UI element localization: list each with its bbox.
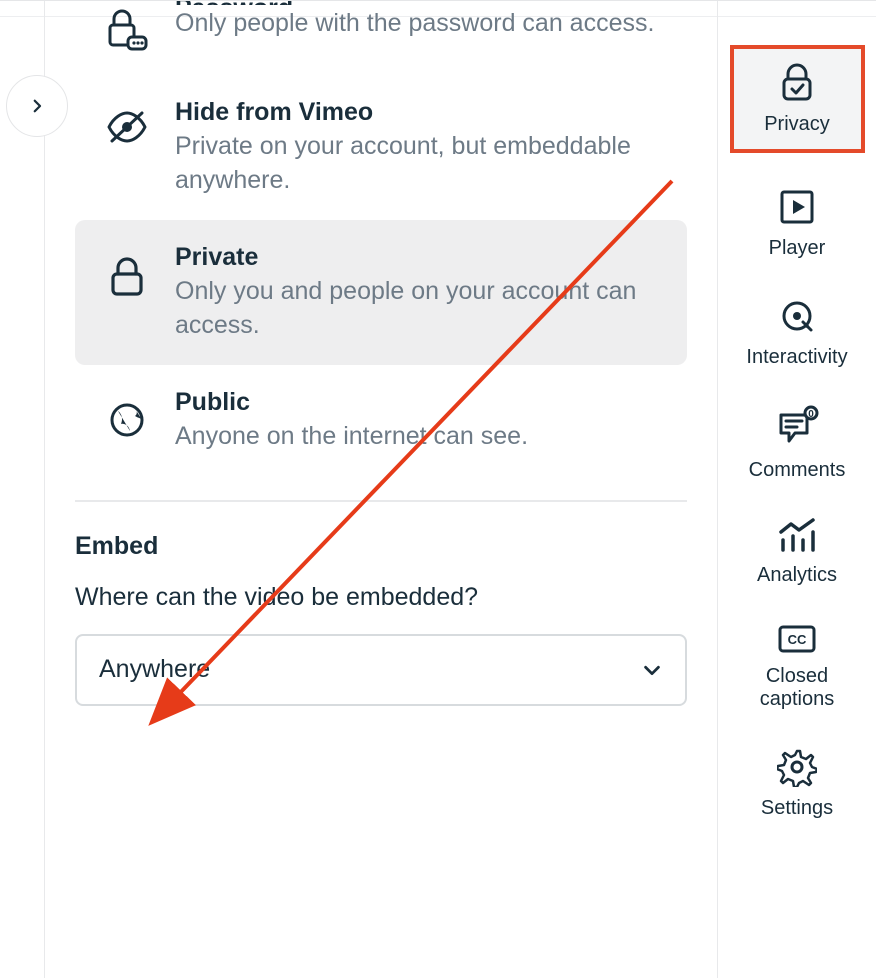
- expand-panel-button[interactable]: [6, 75, 68, 137]
- embed-selected-value: Anywhere: [99, 655, 210, 684]
- option-desc: Anyone on the internet can see.: [175, 420, 659, 454]
- sidebar-label: Privacy: [764, 113, 830, 136]
- privacy-option-hide[interactable]: Hide from Vimeo Private on your account,…: [75, 75, 687, 220]
- sidebar-item-privacy[interactable]: Privacy: [730, 45, 865, 153]
- eye-slash-icon: [106, 111, 148, 143]
- svg-text:0: 0: [808, 409, 814, 420]
- closed-captions-icon: CC: [776, 623, 818, 655]
- embed-section: Embed Where can the video be embedded? A…: [75, 532, 687, 706]
- embed-heading: Embed: [75, 532, 687, 561]
- sidebar-label: Settings: [761, 797, 833, 820]
- privacy-option-public[interactable]: Public Anyone on the internet can see.: [75, 365, 687, 476]
- sidebar-item-closed-captions[interactable]: CC Closed captions: [730, 617, 865, 717]
- comments-icon: 0: [775, 405, 819, 449]
- option-title: Password: [175, 0, 659, 5]
- analytics-icon: [777, 518, 817, 554]
- option-desc: Private on your account, but embeddable …: [175, 130, 659, 198]
- embed-question: Where can the video be embedded?: [75, 583, 687, 612]
- option-title: Hide from Vimeo: [175, 97, 659, 128]
- sidebar-label: Comments: [749, 459, 846, 482]
- chevron-down-icon: [641, 659, 663, 681]
- sidebar-label: Closed captions: [730, 665, 865, 711]
- option-desc: Only you and people on your account can …: [175, 275, 659, 343]
- section-divider: [75, 500, 687, 502]
- settings-sidebar: Privacy Player Interactivity: [718, 1, 876, 978]
- sidebar-item-interactivity[interactable]: Interactivity: [730, 290, 865, 375]
- option-title: Private: [175, 242, 659, 273]
- lock-icon: [108, 256, 146, 298]
- svg-text:CC: CC: [788, 632, 807, 647]
- sidebar-label: Analytics: [757, 564, 837, 587]
- privacy-lock-icon: [779, 63, 815, 103]
- globe-icon: [108, 401, 146, 439]
- privacy-options-list: Password Only people with the password c…: [75, 1, 687, 476]
- lock-password-icon: [104, 9, 150, 53]
- privacy-option-private[interactable]: Private Only you and people on your acco…: [75, 220, 687, 365]
- sidebar-item-analytics[interactable]: Analytics: [730, 512, 865, 593]
- option-title: Public: [175, 387, 659, 418]
- interactivity-icon: [777, 296, 817, 336]
- option-desc: Only people with the password can access…: [175, 7, 659, 41]
- chevron-right-icon: [28, 97, 46, 115]
- player-icon: [777, 187, 817, 227]
- sidebar-label: Interactivity: [746, 346, 847, 369]
- sidebar-label: Player: [769, 237, 826, 260]
- gear-icon: [777, 747, 817, 787]
- sidebar-item-comments[interactable]: 0 Comments: [730, 399, 865, 488]
- privacy-option-password[interactable]: Password Only people with the password c…: [75, 1, 687, 75]
- embed-location-select[interactable]: Anywhere: [75, 634, 687, 706]
- sidebar-item-settings[interactable]: Settings: [730, 741, 865, 826]
- sidebar-item-player[interactable]: Player: [730, 181, 865, 266]
